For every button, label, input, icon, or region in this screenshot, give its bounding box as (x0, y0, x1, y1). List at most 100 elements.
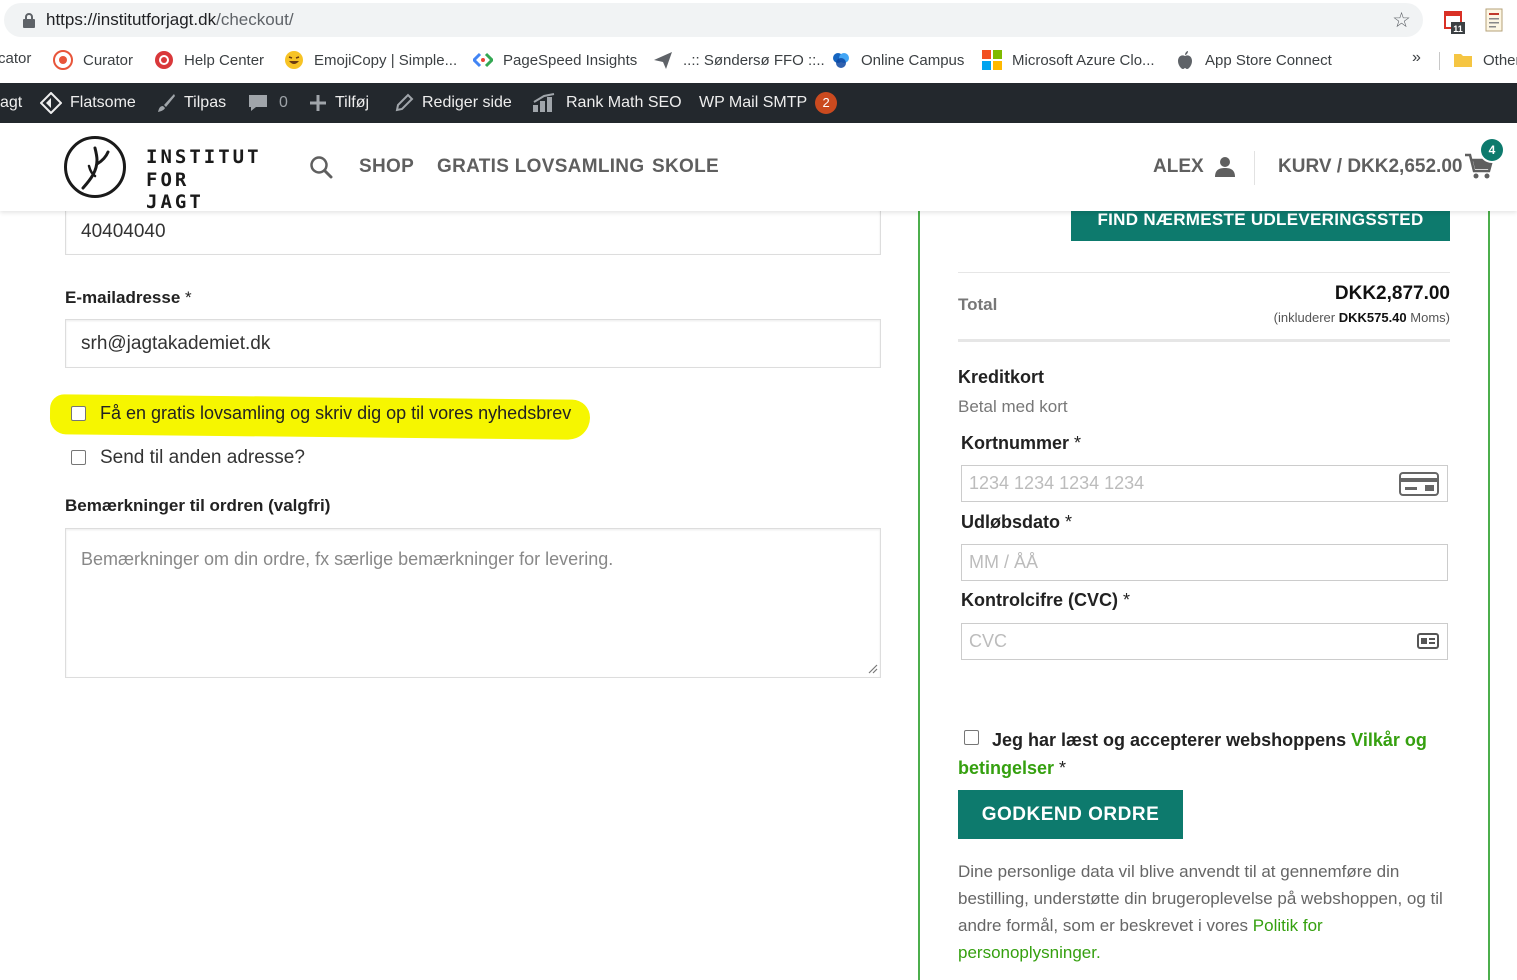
ship-different-address-label[interactable]: Send til anden adresse? (100, 447, 305, 469)
tax-suffix: Moms) (1410, 310, 1450, 325)
divider (958, 339, 1450, 342)
plus-icon (310, 95, 326, 111)
terms-label: Jeg har læst og accepterer webshoppens V… (958, 726, 1438, 782)
bookmark-azure[interactable]: Microsoft Azure Clo... (982, 50, 1155, 70)
cvc-placeholder: CVC (969, 631, 1008, 651)
lock-icon (23, 13, 35, 28)
email-input[interactable]: srh@jagtakademiet.dk (65, 319, 881, 368)
browser-chrome: https://institutforjagt.dk/checkout/ ☆ 1… (0, 0, 1517, 83)
required-mark: * (185, 288, 192, 307)
comment-icon (249, 95, 267, 111)
microsoft-icon (982, 50, 1002, 70)
pencil-icon (395, 93, 414, 112)
tax-info: (inkluderer DKK575.40 Moms) (1274, 310, 1450, 325)
credit-card-icon (1399, 472, 1439, 496)
url-text[interactable]: https://institutforjagt.dk/checkout/ (46, 10, 294, 30)
bookmark-label: Help Center (184, 51, 265, 69)
account-link[interactable]: ALEX (1153, 156, 1236, 178)
total-amount: DKK2,877.00 (1334, 283, 1450, 304)
admin-flatsome-label: Flatsome (70, 94, 136, 111)
calendar-extension-icon[interactable]: 11 (1443, 8, 1465, 34)
bookmark-online-campus[interactable]: Online Campus (831, 50, 964, 70)
payment-method-description: Betal med kort (958, 397, 1068, 416)
bookmark-help-center[interactable]: Help Center (154, 50, 264, 70)
address-bar[interactable]: https://institutforjagt.dk/checkout/ ☆ (4, 3, 1423, 37)
newsletter-label[interactable]: Få en gratis lovsamling og skriv dig op … (100, 403, 571, 424)
admin-site-name[interactable]: agt (0, 83, 22, 123)
required-mark: * (1065, 512, 1073, 532)
bookmark-star-icon[interactable]: ☆ (1392, 8, 1411, 33)
expiry-label: Udløbsdato * (961, 512, 1072, 533)
bookmark-cator[interactable]: cator (0, 50, 31, 67)
divider (958, 272, 1450, 273)
required-mark: * (1123, 590, 1131, 610)
bookmark-curator[interactable]: Curator (53, 50, 133, 70)
curator-icon (53, 50, 73, 70)
card-number-label: Kortnummer * (961, 433, 1081, 454)
other-bookmarks-label: Other (1483, 51, 1517, 69)
url-path: /checkout/ (216, 10, 294, 29)
admin-edit-page-label: Rediger side (422, 94, 512, 111)
folder-icon (1454, 54, 1472, 67)
account-name: ALEX (1153, 156, 1204, 177)
resize-grip-icon[interactable] (866, 662, 878, 674)
terms-prefix: Jeg har læst og accepterer webshoppens (992, 730, 1347, 750)
admin-smtp-label: WP Mail SMTP (699, 94, 808, 111)
admin-customize[interactable]: Tilpas (156, 83, 226, 123)
admin-rank-math[interactable]: Rank Math SEO (532, 83, 682, 123)
antler-logo-icon (64, 136, 126, 198)
card-number-label-text: Kortnummer (961, 433, 1070, 453)
cvc-label: Kontrolcifre (CVC) * (961, 590, 1130, 611)
card-number-placeholder: 1234 1234 1234 1234 (969, 473, 1145, 493)
apple-icon (1178, 51, 1192, 69)
paper-plane-icon (654, 52, 672, 69)
bookmark-pagespeed[interactable]: PageSpeed Insights (473, 50, 637, 70)
tax-prefix: (inkluderer (1273, 310, 1336, 325)
paintbrush-icon (158, 94, 175, 112)
search-icon[interactable] (309, 155, 333, 179)
document-extension-icon[interactable] (1485, 8, 1503, 32)
admin-flatsome[interactable]: Flatsome (40, 83, 136, 123)
payment-method-title: Kreditkort (958, 367, 1045, 387)
admin-comments-count: 0 (279, 94, 288, 111)
site-logo[interactable]: INSTITUT FOR JAGT (64, 136, 259, 213)
bookmark-label: cator (0, 50, 32, 67)
cvc-label-text: Kontrolcifre (CVC) (961, 590, 1118, 610)
cart-link[interactable]: KURV / DKK2,652.00 (1278, 156, 1462, 178)
bookmark-app-store-connect[interactable]: App Store Connect (1175, 50, 1332, 70)
online-campus-icon (833, 53, 849, 68)
url-host: https://institutforjagt.dk (46, 10, 217, 29)
card-number-input[interactable]: 1234 1234 1234 1234 (961, 465, 1448, 502)
nav-gratis-lovsamling[interactable]: GRATIS LOVSAMLING (437, 156, 644, 178)
nav-shop[interactable]: SHOP (359, 156, 414, 178)
ship-different-address-checkbox[interactable] (71, 450, 86, 465)
bookmark-sondersoe[interactable]: ..:: Søndersø FFO ::.. (653, 50, 825, 70)
calendar-badge: 11 (1453, 24, 1463, 34)
tax-amount: DKK575.40 (1338, 310, 1407, 325)
cvc-input[interactable]: CVC (961, 623, 1448, 660)
order-notes-textarea[interactable]: Bemærkninger om din ordre, fx særlige be… (65, 528, 881, 678)
place-order-button[interactable]: GODKEND ORDRE (958, 790, 1183, 839)
more-bookmarks-chevron[interactable]: » (1412, 49, 1421, 67)
flatsome-icon (40, 92, 62, 114)
email-label: E-mailadresse * (65, 288, 192, 308)
bookmark-label: PageSpeed Insights (503, 51, 638, 69)
newsletter-checkbox[interactable] (71, 406, 86, 421)
admin-edit-page[interactable]: Rediger side (394, 83, 512, 123)
bookmarks-divider (1439, 52, 1440, 70)
expiry-placeholder: MM / ÅÅ (969, 552, 1039, 572)
wp-admin-bar: agt Flatsome Tilpas 0 Tilføj Rediger sid… (0, 83, 1517, 123)
admin-new[interactable]: Tilføj (309, 83, 369, 123)
bookmark-label: Online Campus (861, 51, 965, 69)
nav-skole[interactable]: SKOLE (652, 156, 719, 178)
expiry-input[interactable]: MM / ÅÅ (961, 544, 1448, 581)
bookmark-emojicopy[interactable]: EmojiCopy | Simple... (284, 50, 457, 70)
bookmark-label: Microsoft Azure Clo... (1012, 51, 1155, 69)
admin-wp-mail-smtp[interactable]: WP Mail SMTP 2 (699, 83, 838, 123)
other-bookmarks[interactable]: Other (1453, 50, 1517, 70)
help-center-icon (155, 51, 173, 69)
rank-math-icon (533, 93, 555, 112)
admin-comments[interactable]: 0 (247, 83, 288, 123)
smtp-notification-badge: 2 (815, 92, 838, 114)
bookmark-label: EmojiCopy | Simple... (314, 51, 458, 69)
